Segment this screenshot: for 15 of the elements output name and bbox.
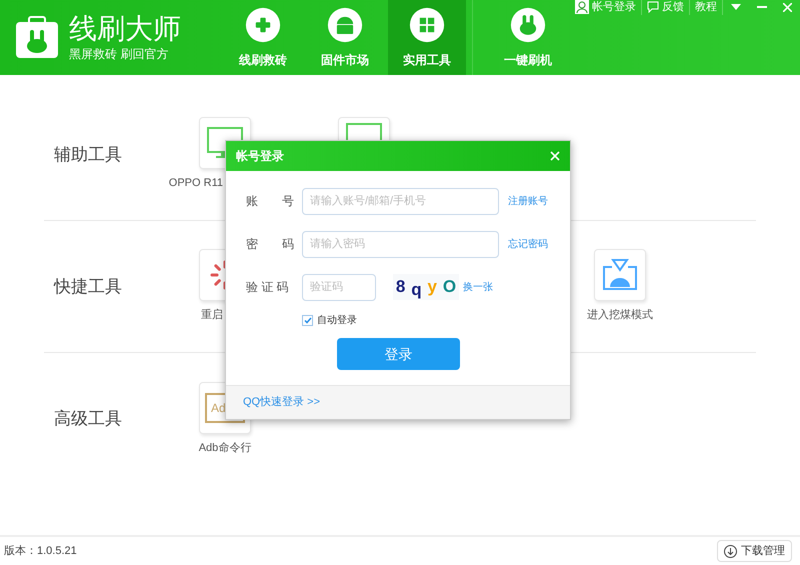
section-title: 高级工具 bbox=[53, 408, 123, 430]
tool-label: Adb命令行 bbox=[198, 440, 252, 456]
dialog-title: 帐号登录 bbox=[236, 148, 284, 165]
field-label: 验 证 码 bbox=[246, 279, 290, 296]
app-title: 线刷大师 bbox=[69, 12, 181, 44]
version-text: 版本：1.0.5.21 bbox=[4, 544, 77, 559]
tool-label: OPPO R11 bbox=[168, 176, 223, 192]
app-slogan: 黑屏救砖 刷回官方 bbox=[69, 46, 170, 62]
tool-label: 重启 bbox=[201, 308, 223, 324]
field-label: 账 号 bbox=[246, 193, 295, 210]
field-label: 密 码 bbox=[246, 236, 295, 253]
section-title: 辅助工具 bbox=[53, 144, 123, 166]
tool-label: 进入挖煤模式 bbox=[587, 308, 653, 324]
section-title: 快捷工具 bbox=[52, 276, 123, 298]
checkbox-label: 自动登录 bbox=[317, 314, 357, 328]
